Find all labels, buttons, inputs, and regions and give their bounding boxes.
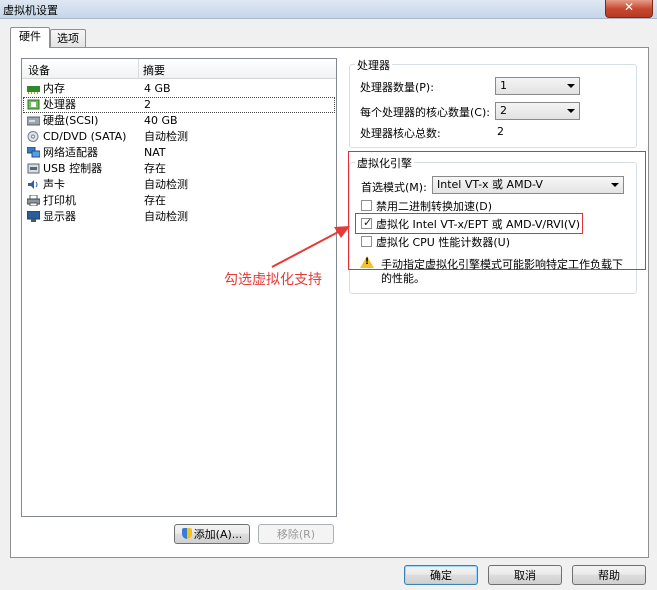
tab-hardware[interactable]: 硬件 (10, 27, 50, 48)
ok-button-label: 确定 (430, 569, 452, 582)
help-button[interactable]: 帮助 (572, 565, 646, 585)
cancel-button-label: 取消 (514, 569, 536, 582)
annotation-arrow (271, 226, 350, 268)
help-button-label: 帮助 (598, 569, 620, 582)
cancel-button[interactable]: 取消 (488, 565, 562, 585)
ok-button[interactable]: 确定 (404, 565, 478, 585)
tab-hardware-label: 硬件 (19, 30, 41, 43)
annotation-text: 勾选虚拟化支持 (224, 272, 322, 288)
